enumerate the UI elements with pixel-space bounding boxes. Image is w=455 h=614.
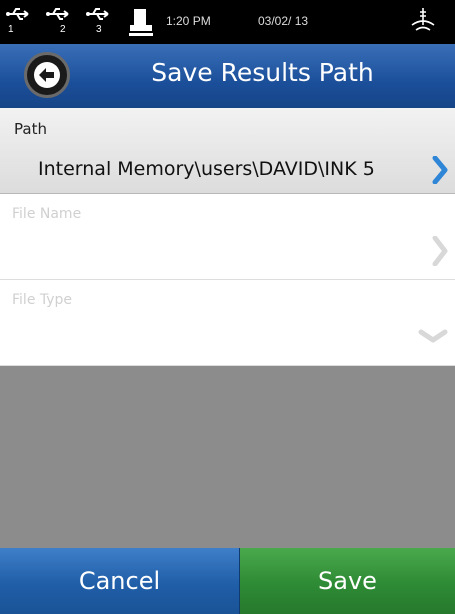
chevron-right-icon[interactable] [432, 156, 448, 184]
chevron-right-icon[interactable] [432, 236, 448, 266]
status-time: 1:20 PM [166, 14, 211, 28]
chevron-down-icon[interactable] [418, 328, 448, 344]
page-title: Save Results Path [151, 58, 374, 87]
path-label: Path [14, 120, 47, 138]
back-arrow-icon [34, 62, 60, 88]
path-row[interactable]: Path Internal Memory\users\DAVID\INK 5 [0, 108, 455, 194]
back-button[interactable] [24, 52, 70, 98]
usb-port-number: 1 [8, 24, 14, 35]
save-button[interactable]: Save [240, 548, 455, 614]
usb-icon: 1 [6, 6, 34, 36]
file-type-label: File Type [12, 292, 73, 308]
path-value: Internal Memory\users\DAVID\INK 5 [38, 158, 375, 180]
file-name-label: File Name [12, 206, 82, 222]
cancel-button[interactable]: Cancel [0, 548, 240, 614]
usb-icon: 2 [46, 6, 74, 36]
printer-icon [128, 7, 154, 41]
file-name-row[interactable]: File Name [0, 194, 455, 280]
usb-port-number: 2 [60, 24, 66, 35]
usb-port-number: 3 [96, 24, 102, 35]
usb-icon: 3 [86, 6, 114, 36]
title-bar: Save Results Path [0, 44, 455, 108]
file-type-row[interactable]: File Type [0, 280, 455, 366]
battery-signal-icon [408, 5, 438, 39]
status-bar: 1 2 3 1:20 PM 03/02/ 13 [0, 0, 455, 44]
empty-content-area [0, 366, 455, 548]
status-date: 03/02/ 13 [258, 14, 309, 28]
